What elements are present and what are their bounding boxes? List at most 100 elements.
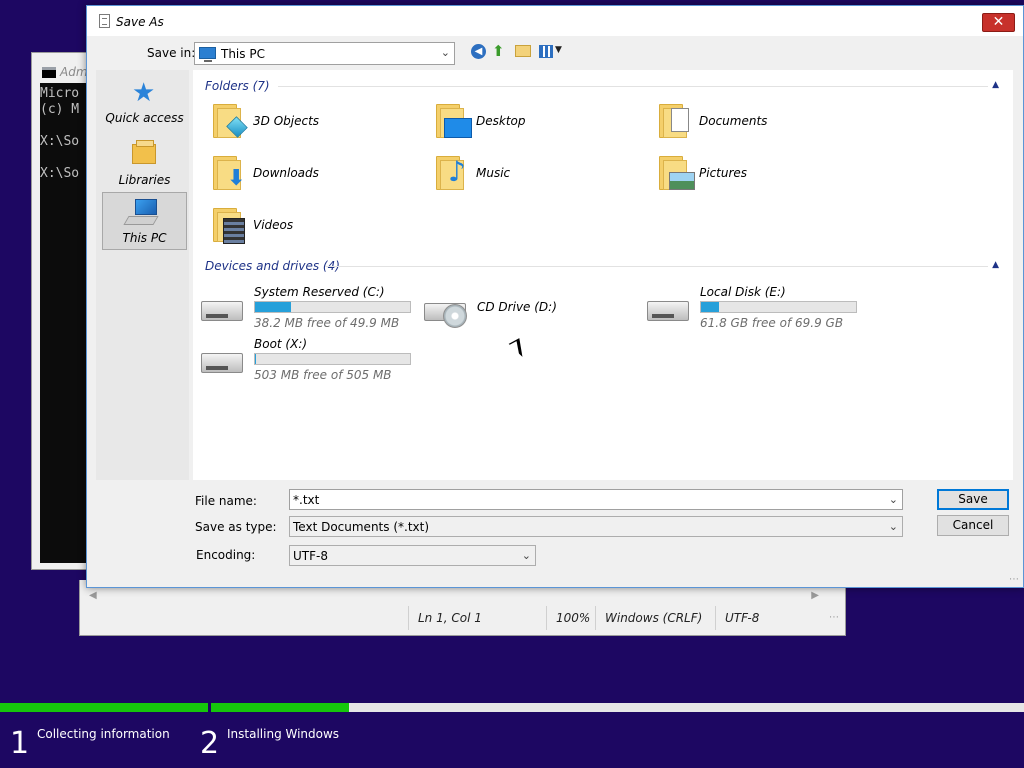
place-label: Libraries [118,173,171,187]
this-pc-icon [199,47,216,62]
scroll-right-icon[interactable]: ▶ [811,590,819,601]
folder-label: Downloads [253,166,319,180]
encoding-dropdown[interactable]: UTF-8 ⌄ [289,545,536,566]
encoding-value: UTF-8 [293,549,328,563]
console-window[interactable]: Adm Micro (c) M X:\So X:\So [31,52,93,570]
place-label: Quick access [105,111,184,125]
console-line: (c) M [40,102,80,117]
libraries-icon [132,140,156,164]
save-button[interactable]: Save [937,489,1009,510]
drive-usage-bar [254,301,411,313]
dialog-titlebar[interactable]: Save As ✕ [87,6,1023,36]
chevron-down-icon: ⌄ [521,549,531,562]
encoding-label: Encoding: [196,548,256,562]
caret-down-icon: ▼ [555,45,562,55]
view-menu-icon[interactable]: ▼ [539,45,565,59]
pictures-icon [659,156,695,190]
folder-label: Pictures [699,166,748,180]
save-as-dialog[interactable]: Save As ✕ Save in: This PC ⌄ ◀ ⬆ ▼ ★ Qui… [86,5,1024,588]
new-folder-icon[interactable] [515,45,531,57]
resize-grip-icon[interactable]: ⋯ [1009,574,1019,585]
star-icon: ★ [132,78,156,108]
notepad-window[interactable]: ◀ ▶ Ln 1, Col 1 100% Windows (CRLF) UTF-… [79,580,846,636]
drive-usage-bar [700,301,857,313]
setup-step-fill [211,703,350,712]
console-titlebar[interactable]: Adm [32,53,92,83]
cd-drive-icon [424,303,467,328]
setup-step-progress [0,703,208,712]
drive-item[interactable]: System Reserved (C:) 38.2 MB free of 49.… [193,285,413,335]
console-output[interactable]: Micro (c) M X:\So X:\So [40,83,88,563]
file-name-input[interactable]: *.txt ⌄ [289,489,903,510]
setup-step-progress [211,703,1024,712]
drive-item[interactable]: Boot (X:) 503 MB free of 505 MB [193,337,413,387]
scroll-left-icon[interactable]: ◀ [89,590,97,601]
drive-free-space: 61.8 GB free of 69.9 GB [700,316,844,330]
folders-group-header[interactable]: Folders (7) [205,79,270,93]
folder-item[interactable]: Pictures [649,152,859,198]
drive-label: Boot (X:) [254,337,308,351]
folder-item[interactable]: ⬇ Downloads [203,152,413,198]
music-icon: ♪ [436,156,466,190]
folder-item[interactable]: Desktop [426,100,636,146]
setup-step-number: 1 [10,726,30,761]
up-folder-icon[interactable]: ⬆ [492,43,508,59]
status-zoom: 100% [546,606,590,630]
disc-icon [443,304,467,328]
resize-grip-icon[interactable]: ⋯ [829,612,839,623]
cancel-button[interactable]: Cancel [937,515,1009,536]
drive-free-space: 503 MB free of 505 MB [254,368,392,382]
chevron-down-icon: ⌄ [888,520,898,533]
this-pc-icon [135,199,157,215]
folder-item[interactable]: Videos [203,204,413,250]
save-in-label: Save in: [147,46,196,60]
drive-label: CD Drive (D:) [477,300,557,314]
console-line: X:\So [40,166,80,181]
dialog-title: Save As [116,15,164,29]
place-this-pc[interactable]: This PC [102,192,187,250]
drives-group-header[interactable]: Devices and drives (4) [205,259,340,273]
folder-label: Videos [253,218,294,232]
drive-label: Local Disk (E:) [700,285,786,299]
setup-step-label: Collecting information [37,727,170,741]
3d-objects-icon [213,104,248,138]
drive-usage-fill [255,302,292,312]
folder-item[interactable]: ♪ Music [426,152,636,198]
file-name-label: File name: [195,494,257,508]
save-in-value: This PC [221,47,265,61]
horizontal-scrollbar[interactable]: ◀ ▶ [86,586,822,604]
place-libraries[interactable]: Libraries [102,132,187,190]
chevron-up-icon[interactable]: ▲ [992,80,999,90]
save-in-dropdown[interactable]: This PC ⌄ [194,42,455,65]
console-title: Adm [60,65,88,79]
status-line-endings: Windows (CRLF) [595,606,702,630]
status-bar: Ln 1, Col 1 100% Windows (CRLF) UTF-8 [86,606,840,630]
place-label: This PC [122,231,167,245]
group-divider [325,266,988,267]
status-encoding: UTF-8 [715,606,759,630]
close-button[interactable]: ✕ [982,13,1015,32]
file-view[interactable]: Folders (7) ▲ 3D Objects Desktop Documen… [193,70,1013,480]
folder-label: 3D Objects [253,114,320,128]
folder-label: Desktop [476,114,526,128]
console-app-icon [42,67,56,78]
downloads-icon: ⬇ [213,156,245,190]
chevron-up-icon[interactable]: ▲ [992,260,999,270]
file-name-value: *.txt [293,493,320,507]
folder-item[interactable]: 3D Objects [203,100,413,146]
drive-usage-fill [701,302,719,312]
save-as-type-dropdown[interactable]: Text Documents (*.txt) ⌄ [289,516,903,537]
chevron-down-icon[interactable]: ⌄ [889,493,898,506]
drive-usage-fill [255,354,256,364]
back-icon[interactable]: ◀ [471,44,486,59]
drive-item[interactable]: CD Drive (D:) [416,285,636,335]
folder-item[interactable]: Documents [649,100,859,146]
status-position: Ln 1, Col 1 [408,606,482,630]
folder-label: Music [476,166,511,180]
setup-progress-track [0,703,1024,712]
place-quick-access[interactable]: ★ Quick access [102,70,187,128]
drive-item[interactable]: Local Disk (E:) 61.8 GB free of 69.9 GB [639,285,859,335]
save-as-type-label: Save as type: [195,520,277,534]
